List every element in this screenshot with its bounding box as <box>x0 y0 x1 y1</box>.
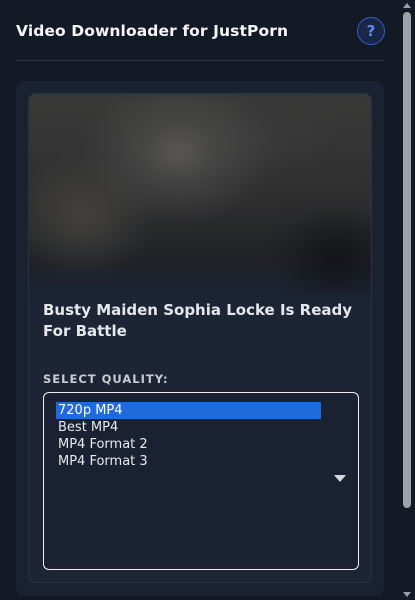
quality-option[interactable]: MP4 Format 3 <box>56 453 321 470</box>
scrollbar[interactable] <box>400 0 415 600</box>
video-title: Busty Maiden Sophia Locke Is Ready For B… <box>43 301 353 340</box>
quality-label: SELECT QUALITY: <box>43 372 169 386</box>
scrollbar-thumb[interactable] <box>403 12 411 508</box>
chevron-down-icon[interactable] <box>334 475 346 482</box>
help-icon: ? <box>366 22 376 40</box>
video-card: Busty Maiden Sophia Locke Is Ready For B… <box>28 93 372 583</box>
scroll-down-icon[interactable] <box>403 592 411 597</box>
scroll-up-icon[interactable] <box>403 3 411 8</box>
quality-option[interactable]: Best MP4 <box>56 419 321 436</box>
app-title: Video Downloader for JustPorn <box>16 22 289 40</box>
header-divider <box>16 60 384 61</box>
quality-option[interactable]: MP4 Format 2 <box>56 436 321 453</box>
app-window: Video Downloader for JustPorn ? Busty Ma… <box>0 0 415 600</box>
quality-select[interactable]: 720p MP4 Best MP4 MP4 Format 2 MP4 Forma… <box>43 392 359 570</box>
header: Video Downloader for JustPorn ? <box>16 14 385 48</box>
help-button[interactable]: ? <box>357 17 385 45</box>
quality-option[interactable]: 720p MP4 <box>56 402 321 419</box>
video-thumbnail <box>29 94 371 292</box>
